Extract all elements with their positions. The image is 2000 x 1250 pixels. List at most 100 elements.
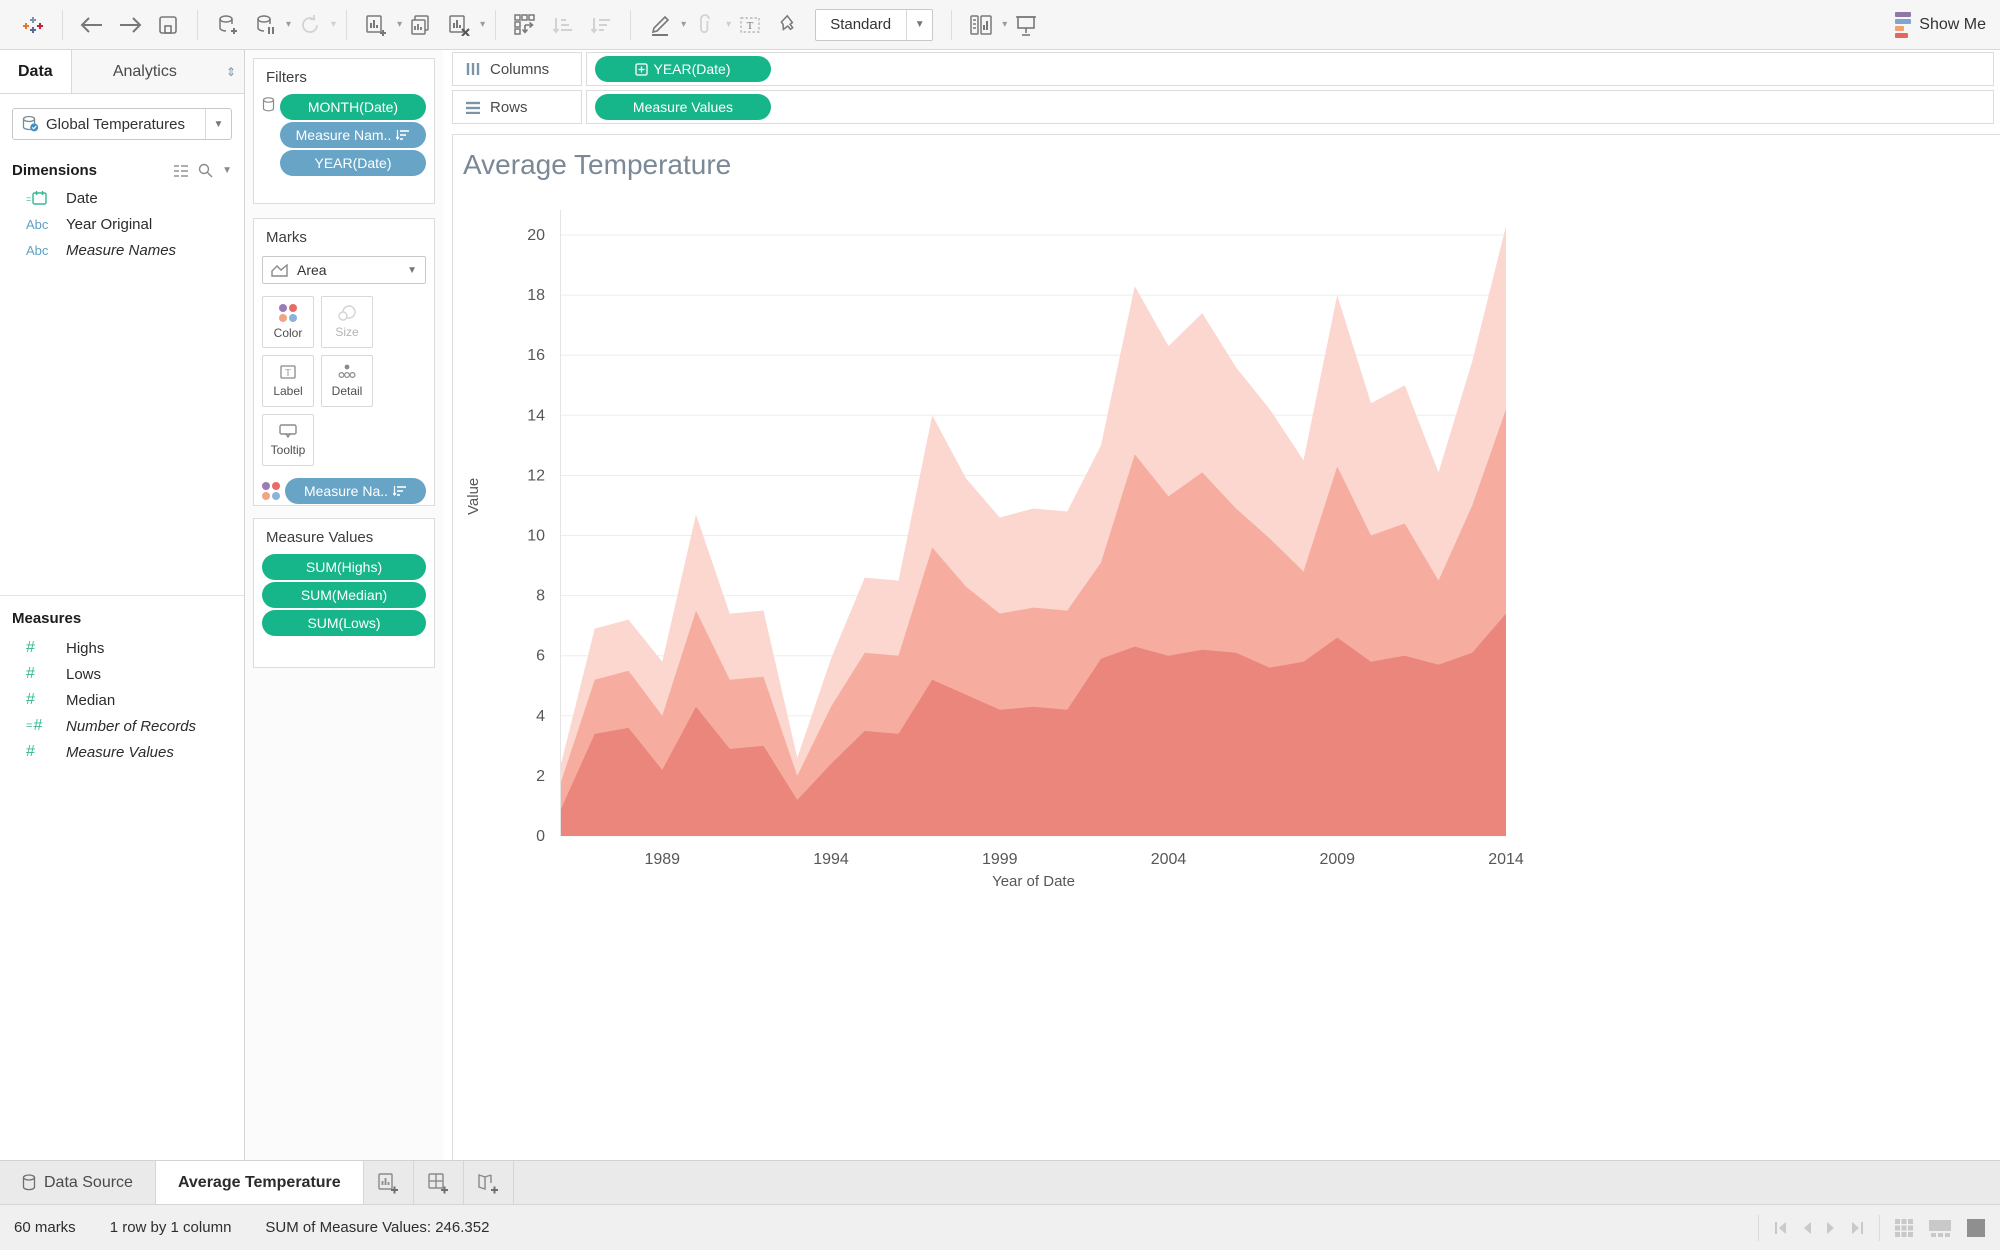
measure-field-lows[interactable]: # Lows <box>0 661 244 687</box>
x-tick-label: 1999 <box>982 851 1018 868</box>
data-source-selector[interactable]: Global Temperatures ▼ <box>12 108 232 140</box>
rows-pill-measure-values[interactable]: Measure Values <box>595 94 771 120</box>
presentation-mode-icon[interactable] <box>1009 7 1043 43</box>
swap-rows-columns-icon[interactable] <box>508 7 542 43</box>
tab-data[interactable]: Data <box>0 50 72 93</box>
dimensions-header: Dimensions ▼ <box>12 162 232 179</box>
measure-field-measure-values[interactable]: # Measure Values <box>0 739 244 765</box>
label-button[interactable]: T Label <box>262 355 314 407</box>
save-icon[interactable] <box>151 7 185 43</box>
data-source-caret-icon[interactable]: ▼ <box>205 109 231 139</box>
show-mark-labels-icon[interactable]: T <box>733 7 767 43</box>
tab-average-temperature[interactable]: Average Temperature <box>155 1161 364 1204</box>
measure-values-card: Measure Values SUM(Highs) SUM(Median) SU… <box>253 518 435 668</box>
x-tick-label: 2004 <box>1151 851 1187 868</box>
sorted-indicator-icon <box>396 129 410 141</box>
rows-icon <box>466 101 480 114</box>
measure-values-pill-sum-highs[interactable]: SUM(Highs) <box>262 554 426 580</box>
x-tick-label: 2009 <box>1319 851 1355 868</box>
measure-field-number-of-records[interactable]: = # Number of Records <box>0 713 244 739</box>
show-me-button[interactable]: Show Me <box>1895 11 1986 38</box>
size-button[interactable]: Size <box>321 296 373 348</box>
dimensions-menu-caret-icon[interactable]: ▼ <box>222 165 232 176</box>
redo-icon[interactable] <box>113 7 147 43</box>
dimension-field-year-original[interactable]: Abc Year Original <box>0 211 244 237</box>
pause-auto-updates-icon[interactable] <box>248 7 282 43</box>
mark-type-caret-icon[interactable]: ▼ <box>407 265 417 276</box>
measure-values-pill-sum-lows[interactable]: SUM(Lows) <box>262 610 426 636</box>
marks-pill-measure-names[interactable]: Measure Na.. <box>285 478 426 504</box>
measure-values-pill-sum-median[interactable]: SUM(Median) <box>262 582 426 608</box>
duplicate-sheet-icon[interactable] <box>404 7 438 43</box>
new-worksheet-tab-icon[interactable] <box>364 1161 414 1204</box>
pause-updates-caret-icon[interactable]: ▾ <box>286 19 291 30</box>
filter-pill-measure-names[interactable]: Measure Nam.. <box>280 122 426 148</box>
field-label: Measure Values <box>66 743 174 761</box>
full-view-icon[interactable] <box>1966 1218 1986 1238</box>
show-hide-cards-caret-icon[interactable]: ▾ <box>1002 19 1007 30</box>
color-button[interactable]: Color <box>262 296 314 348</box>
data-pane: Data Analytics ⇕ Global Temperatures ▼ D… <box>0 50 245 1160</box>
worksheet-view: Average Temperature 0 2 4 6 8 10 12 14 16 18 20 198… <box>452 134 2000 1160</box>
y-tick-label: 10 <box>527 528 545 545</box>
tab-analytics[interactable]: Analytics <box>71 50 218 93</box>
label-icon: T <box>280 365 296 379</box>
columns-shelf[interactable]: YEAR(Date) <box>586 52 1994 86</box>
mark-type-dropdown[interactable]: Area ▼ <box>262 256 426 284</box>
field-label: Highs <box>66 639 105 657</box>
statusbar-separator <box>1879 1214 1880 1241</box>
expand-field-icon[interactable] <box>635 62 649 76</box>
show-hide-cards-icon[interactable] <box>964 7 998 43</box>
columns-pill-year-date[interactable]: YEAR(Date) <box>595 56 771 82</box>
field-label: Median <box>66 691 116 709</box>
measure-field-highs[interactable]: # Highs <box>0 635 244 661</box>
undo-icon[interactable] <box>75 7 109 43</box>
tableau-logo-icon[interactable] <box>16 7 50 43</box>
group-members-caret-icon: ▾ <box>726 19 732 30</box>
data-source-name: Global Temperatures <box>46 115 185 133</box>
tab-data-source[interactable]: Data Source <box>0 1161 156 1204</box>
fit-dropdown-caret-icon[interactable]: ▼ <box>906 9 932 40</box>
y-tick-label: 18 <box>527 287 545 304</box>
svg-text:T: T <box>747 20 754 32</box>
pane-collapse-icon[interactable]: ⇕ <box>218 50 244 93</box>
tooltip-icon <box>279 424 297 439</box>
database-icon <box>22 1174 36 1191</box>
marks-count: 60 marks <box>14 1219 76 1236</box>
first-sheet-icon <box>1775 1221 1786 1234</box>
mark-type-value: Area <box>297 262 327 278</box>
next-sheet-icon <box>1827 1221 1834 1234</box>
new-worksheet-caret-icon[interactable]: ▾ <box>397 19 402 30</box>
new-worksheet-icon[interactable] <box>359 7 393 43</box>
measure-field-median[interactable]: # Median <box>0 687 244 713</box>
toolbar-separator <box>495 9 497 40</box>
clear-sheet-icon[interactable] <box>442 7 476 43</box>
area-chart[interactable]: 0 2 4 6 8 10 12 14 16 18 20 1989 1994 1999 2004 2009 201… <box>453 135 2000 1161</box>
sheet-sorter-icon[interactable] <box>1894 1218 1914 1238</box>
dimension-field-date[interactable]: = Date <box>0 185 244 211</box>
size-icon <box>338 305 356 321</box>
new-dashboard-tab-icon[interactable] <box>414 1161 464 1204</box>
toolbar-separator <box>951 9 953 40</box>
fit-dropdown[interactable]: Standard ▼ <box>815 8 934 41</box>
view-options-icon[interactable] <box>173 164 189 178</box>
highlight-caret-icon[interactable]: ▾ <box>681 19 686 30</box>
clear-sheet-caret-icon[interactable]: ▾ <box>480 19 485 30</box>
filter-pill-year-date[interactable]: YEAR(Date) <box>280 150 426 176</box>
highlight-icon[interactable] <box>643 7 677 43</box>
new-data-source-icon[interactable] <box>210 7 244 43</box>
fix-axes-icon[interactable] <box>771 7 805 43</box>
detail-button[interactable]: Detail <box>321 355 373 407</box>
status-bar: 60 marks 1 row by 1 column SUM of Measur… <box>0 1204 2000 1250</box>
filmstrip-icon[interactable] <box>1928 1218 1952 1238</box>
filter-pill-month-date[interactable]: MONTH(Date) <box>280 94 426 120</box>
pane-divider <box>0 595 244 596</box>
tooltip-button[interactable]: Tooltip <box>262 414 314 466</box>
find-field-icon[interactable] <box>198 163 213 178</box>
rows-shelf[interactable]: Measure Values <box>586 90 1994 124</box>
x-axis-title: Year of Date <box>992 873 1075 890</box>
y-tick-label: 2 <box>536 768 545 785</box>
columns-shelf-label: Columns <box>452 52 582 86</box>
dimension-field-measure-names[interactable]: Abc Measure Names <box>0 237 244 263</box>
new-story-tab-icon[interactable] <box>464 1161 514 1204</box>
